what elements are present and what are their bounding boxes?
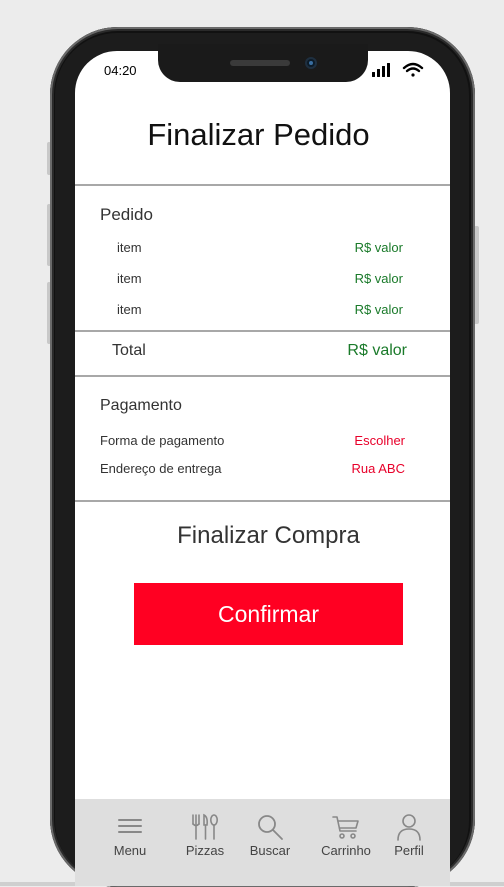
divider-payment xyxy=(75,500,450,502)
front-camera xyxy=(305,57,317,69)
order-section-title: Pedido xyxy=(100,205,153,224)
divider-header xyxy=(75,184,450,186)
menu-icon xyxy=(118,819,142,833)
speaker-grille xyxy=(230,60,290,66)
tab-buscar-label: Buscar xyxy=(249,843,291,858)
tab-perfil-label: Perfil xyxy=(394,843,424,858)
bottom-tab-bar: Menu Pizzas Buscar Carrinho Perfil xyxy=(75,799,450,886)
cutlery-icon xyxy=(192,813,218,840)
delivery-address-label: Endereço de entrega xyxy=(100,461,222,476)
total-value: R$ valor xyxy=(347,342,407,359)
tab-carrinho-label: Carrinho xyxy=(321,843,371,858)
order-item-price: R$ valor xyxy=(354,240,403,255)
delivery-address-link[interactable]: Rua ABC xyxy=(352,461,405,476)
cart-icon xyxy=(332,816,359,839)
checkout-title: Finalizar Compra xyxy=(177,522,360,549)
page-title: Finalizar Pedido xyxy=(147,117,370,152)
phone-notch xyxy=(158,44,368,82)
tab-buscar[interactable]: Buscar xyxy=(235,813,305,863)
wifi-icon xyxy=(402,62,424,77)
tab-pizzas[interactable]: Pizzas xyxy=(170,813,240,863)
tab-carrinho[interactable]: Carrinho xyxy=(311,813,381,863)
divider-items xyxy=(75,330,450,332)
order-item-price: R$ valor xyxy=(354,271,403,286)
user-icon xyxy=(397,814,421,841)
divider-total xyxy=(75,375,450,377)
search-icon xyxy=(258,815,283,840)
tab-perfil[interactable]: Perfil xyxy=(374,813,444,863)
payment-method-link[interactable]: Escolher xyxy=(354,433,405,448)
payment-method-label: Forma de pagamento xyxy=(100,433,225,448)
order-item-label: item xyxy=(117,271,142,286)
tab-pizzas-label: Pizzas xyxy=(185,843,225,858)
total-label: Total xyxy=(112,342,146,359)
status-time: 04:20 xyxy=(104,63,137,78)
confirm-button[interactable]: Confirmar xyxy=(134,583,403,645)
tab-menu[interactable]: Menu xyxy=(95,813,165,863)
signal-icon xyxy=(372,63,390,77)
order-item-label: item xyxy=(117,240,142,255)
order-item-price: R$ valor xyxy=(354,302,403,317)
tab-menu-label: Menu xyxy=(113,843,147,858)
payment-section-title: Pagamento xyxy=(100,397,182,414)
phone-screen: 04:20 Finalizar Pedido Pedido item R$ va… xyxy=(75,51,450,886)
order-item-label: item xyxy=(117,302,142,317)
status-icons xyxy=(372,61,424,84)
